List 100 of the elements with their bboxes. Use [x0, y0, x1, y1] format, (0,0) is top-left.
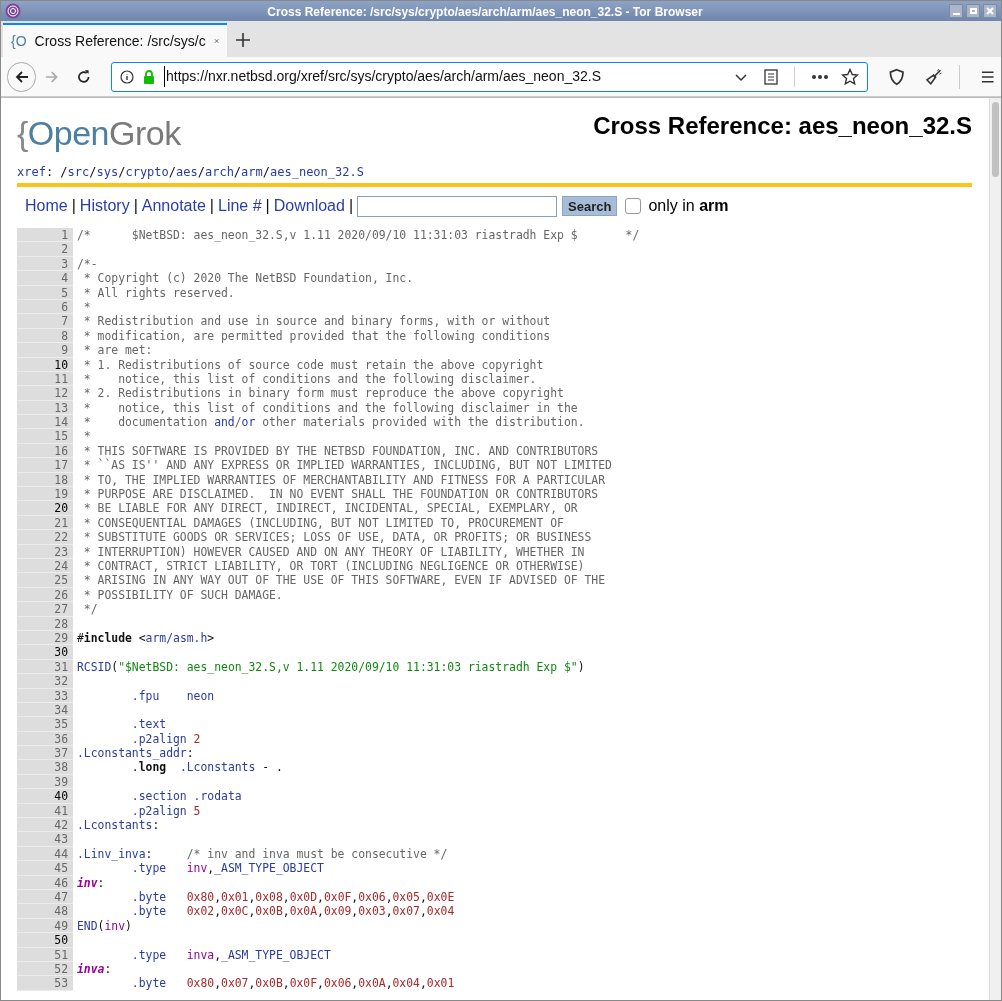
- code-line: *: [82, 429, 91, 444]
- breadcrumb-link[interactable]: xref: [17, 165, 46, 179]
- line-number[interactable]: 45: [17, 861, 73, 876]
- line-number[interactable]: 7: [17, 314, 73, 329]
- reader-view-icon[interactable]: [763, 68, 778, 85]
- code-line: .byte 0x80,0x07,0x0B,0x0F,0x06,0x0A,0x04,0x01: [130, 976, 455, 991]
- path-separator: /: [118, 165, 126, 179]
- bookmark-star-icon[interactable]: [840, 67, 859, 86]
- shield-icon[interactable]: [887, 67, 906, 86]
- breadcrumb-link[interactable]: aes_neon_32.S: [270, 165, 364, 179]
- nav-link[interactable]: Download: [273, 194, 345, 218]
- code-line: .Linv_inva: /* inv and inva must be consecutive */: [77, 846, 448, 862]
- menu-icon[interactable]: [979, 69, 995, 84]
- code-line: * TO, THE IMPLIED WARRANTIES OF MERCHANTABILITY AND FITNESS FOR A PARTICULAR: [82, 472, 606, 488]
- breadcrumb-link[interactable]: arch: [204, 165, 234, 179]
- code-line: * POSSIBILITY OF SUCH DAMAGE.: [82, 587, 283, 603]
- code-line: END(inv): [77, 918, 132, 934]
- nav-separator: |: [265, 196, 270, 216]
- code-line: * THIS SOFTWARE IS PROVIDED BY THE NETBSD FOUNDATION, INC. AND CONTRIBUTORS: [82, 443, 599, 459]
- breadcrumb-link[interactable]: arm: [241, 165, 263, 179]
- line-number[interactable]: 20: [17, 501, 73, 516]
- line-number[interactable]: 27: [17, 602, 73, 617]
- address-bar[interactable]: https://nxr.netbsd.org/xref/src/sys/crypto/aes/arch/arm/aes_neon_32.S: [111, 61, 868, 92]
- code-line: RCSID("$NetBSD: aes_neon_32.S,v 1.11 2020/09/10 11:31:03 riastradh Exp $"): [77, 659, 585, 675]
- browser-logo-icon: [5, 3, 21, 19]
- nav-link[interactable]: Line #: [218, 194, 262, 218]
- line-number[interactable]: 37: [17, 746, 73, 761]
- line-number[interactable]: 9: [17, 343, 73, 358]
- nav-separator: |: [133, 196, 138, 216]
- code-line: * Redistribution and use in source and binary forms, with or without: [82, 314, 551, 329]
- code-line: * modification, are permitted provided that the following conditions: [82, 328, 551, 344]
- code-line: *: [82, 299, 91, 315]
- search-button[interactable]: Search: [562, 196, 618, 216]
- scrollbar[interactable]: [989, 98, 1001, 1000]
- code-line: .Lconstants_addr:: [77, 746, 194, 761]
- code-line: * are met:: [82, 343, 153, 358]
- code-line: * notice, this list of conditions and the following disclaimer in the: [82, 400, 578, 416]
- page-title: Cross Reference: aes_neon_32.S: [593, 112, 972, 140]
- line-number[interactable]: 2: [17, 242, 73, 257]
- code-line: .fpu neon: [130, 688, 215, 703]
- browser-tab[interactable]: {O Cross Reference: /src/sys/c: [3, 23, 227, 57]
- line-number[interactable]: 50: [17, 933, 73, 948]
- code-line: * BE LIABLE FOR ANY DIRECT, INDIRECT, INCIDENTAL, SPECIAL, EXEMPLARY, OR: [82, 501, 578, 516]
- line-number[interactable]: 48: [17, 904, 73, 919]
- code-line: * CONSEQUENTIAL DAMAGES (INCLUDING, BUT NOT LIMITED TO, PROCUREMENT OF: [82, 515, 564, 531]
- code-line: * 2. Redistributions in binary form must reproduce the above copyright: [82, 386, 564, 401]
- line-number[interactable]: 17: [17, 458, 73, 473]
- line-number[interactable]: 38: [17, 760, 73, 775]
- line-number[interactable]: 42: [17, 818, 73, 833]
- close-button[interactable]: [983, 4, 997, 18]
- line-number[interactable]: 53: [17, 976, 73, 991]
- line-number[interactable]: 32: [17, 674, 73, 689]
- favicon: {O: [11, 31, 27, 51]
- code-line: * SUBSTITUTE GOODS OR SERVICES; LOSS OF USE, DATA, OR PROFITS; OR BUSINESS: [82, 530, 592, 545]
- line-number[interactable]: 14: [17, 415, 73, 430]
- lock-icon: [142, 69, 156, 84]
- line-number[interactable]: 35: [17, 717, 73, 732]
- line-number[interactable]: 43: [17, 832, 73, 847]
- line-number[interactable]: 15: [17, 429, 73, 444]
- line-number[interactable]: 19: [17, 487, 73, 502]
- info-icon[interactable]: [120, 69, 134, 84]
- minimize-button[interactable]: [949, 4, 963, 18]
- code-line: .byte 0x02,0x0C,0x0B,0x0A,0x09,0x03,0x07,0x04: [130, 904, 455, 919]
- code-line: * All rights reserved.: [82, 285, 235, 300]
- back-arrow-icon: [13, 68, 30, 85]
- checkbox[interactable]: [625, 198, 642, 214]
- code-line: .type inv,_ASM_TYPE_OBJECT: [130, 861, 324, 876]
- nav-link[interactable]: History: [79, 194, 130, 218]
- code-line: .type inva,_ASM_TYPE_OBJECT: [130, 947, 331, 962]
- code-line: .text: [130, 717, 167, 732]
- breadcrumb-link[interactable]: aes: [176, 165, 198, 179]
- path-separator: /: [168, 165, 177, 179]
- path-separator: /: [89, 165, 97, 179]
- breadcrumb-link[interactable]: crypto: [125, 165, 169, 179]
- line-number[interactable]: 25: [17, 573, 73, 588]
- nav-link[interactable]: Home: [25, 194, 68, 218]
- line-number[interactable]: 40: [17, 789, 73, 804]
- code-line: * documentation and/or other materials provided with the distribution.: [82, 415, 585, 430]
- line-number[interactable]: 22: [17, 530, 73, 545]
- line-number[interactable]: 4: [17, 271, 73, 286]
- nav-separator: |: [209, 196, 214, 216]
- line-number[interactable]: 1: [17, 228, 73, 243]
- checkbox-label: only in arm: [648, 196, 729, 216]
- logo[interactable]: {OpenGrok: [17, 113, 181, 153]
- maximize-button[interactable]: [966, 4, 980, 18]
- path-separator: /: [197, 165, 205, 179]
- code-line: .byte 0x80,0x01,0x08,0x0D,0x0F,0x06,0x05,0x0E: [130, 889, 455, 905]
- breadcrumb-link[interactable]: sys: [96, 165, 119, 179]
- search-field[interactable]: [357, 195, 558, 217]
- reload-icon[interactable]: [75, 68, 91, 85]
- code-line: */: [82, 602, 98, 617]
- breadcrumb-link[interactable]: src: [67, 165, 90, 179]
- code-line: * ``AS IS'' AND ANY EXPRESS OR IMPLIED WARRANTIES, INCLUDING, BUT NOT LIMITED: [82, 458, 612, 473]
- line-number[interactable]: 30: [17, 645, 73, 660]
- broom-icon[interactable]: [925, 67, 943, 86]
- code-line: * ARISING IN ANY WAY OUT OF THE USE OF THIS SOFTWARE, EVEN IF ADVISED OF THE: [82, 573, 606, 588]
- code-line: inva:: [77, 961, 112, 977]
- more-icon[interactable]: [810, 73, 829, 80]
- nav-link[interactable]: Annotate: [141, 194, 206, 218]
- line-number[interactable]: 12: [17, 386, 73, 401]
